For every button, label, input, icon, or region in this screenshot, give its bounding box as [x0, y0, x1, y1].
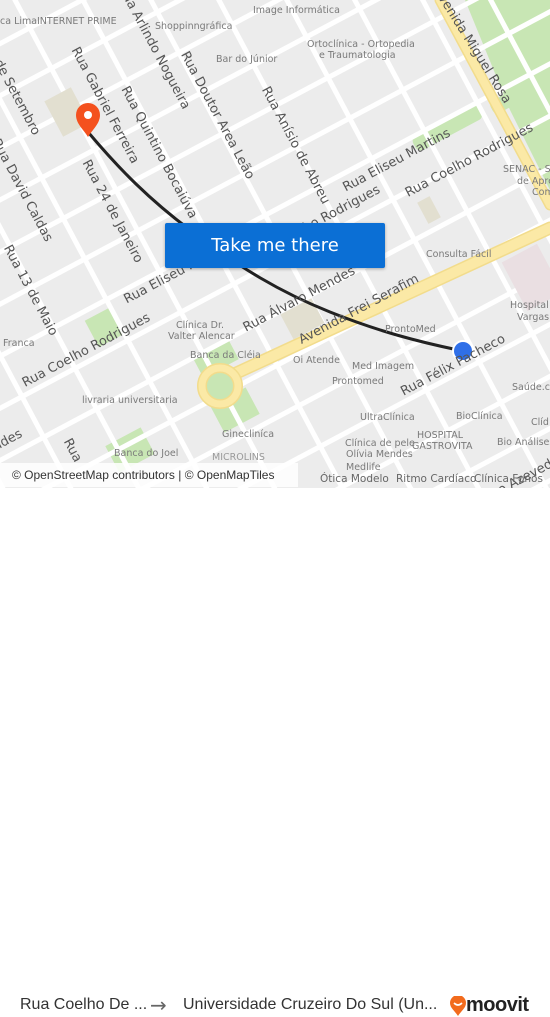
poi-label: BioClínica	[456, 411, 503, 422]
arrow-right-icon: →	[150, 993, 167, 1017]
poi-label: UltraClínica	[360, 412, 415, 423]
footer: Rua Coelho De ... → Universidade Cruzeir…	[0, 488, 550, 1017]
poi-label: e Traumatologia	[319, 50, 396, 61]
poi-label: Clínica Dr.	[176, 320, 225, 331]
poi-label: Consulta Fácil	[426, 249, 492, 260]
moovit-logo: moovit	[450, 994, 529, 1017]
poi-label: MICROLINS	[212, 452, 265, 463]
poi-label: INTERNET PRIME	[37, 16, 117, 27]
moovit-wordmark: moovit	[466, 994, 529, 1016]
destination-pin-icon	[76, 103, 100, 137]
street-line	[0, 73, 72, 488]
poi-label: GASTROVITA	[412, 441, 473, 452]
take-me-there-button[interactable]: Take me there	[165, 223, 385, 268]
map[interactable]: Rua Arlindo Nogueira Rua Gabriel Ferreir…	[0, 0, 550, 488]
poi-label: Vargas -	[517, 312, 550, 323]
poi-label: Banca da Cléia	[190, 350, 261, 361]
poi-label: Clíd	[531, 417, 549, 428]
poi-label: Ritmo Cardíaco	[396, 473, 477, 485]
poi-label: Image Informática	[253, 5, 340, 16]
poi-label: ca Lima	[0, 16, 38, 27]
poi-label: livraria universitaria	[82, 395, 178, 406]
poi-label: Valter Alencar	[168, 331, 235, 342]
poi-label: SENAC - Ser	[503, 164, 550, 175]
poi-label: de Apre	[517, 176, 550, 187]
destination-label: Universidade Cruzeiro Do Sul (Un...	[183, 996, 438, 1013]
poi-label: Ginecliníca	[222, 429, 275, 440]
poi-label: Bar do Júnior	[216, 54, 278, 65]
poi-label: Franca	[3, 338, 35, 349]
street-line	[0, 73, 550, 488]
poi-label: Ortoclínica - Ortopedia	[307, 39, 415, 50]
poi-label: Hospital G	[510, 300, 550, 311]
poi-label: Med Imagem	[352, 361, 415, 372]
origin-label: Rua Coelho De ...	[20, 996, 148, 1013]
moovit-pin-icon	[450, 995, 466, 1016]
poi-label: Clínica Fonos	[474, 473, 543, 485]
poi-label: Saúde.co	[512, 382, 550, 393]
poi-label: Com	[532, 187, 550, 198]
poi-label: Olívia Mendes	[346, 449, 413, 460]
poi-label: HOSPITAL	[417, 430, 464, 441]
poi-label: Prontomed	[332, 376, 384, 387]
poi-label: Banca do Joel	[114, 448, 179, 459]
map-attribution[interactable]: © OpenStreetMap contributors | © OpenMap…	[0, 463, 298, 487]
poi-label: Medlife	[346, 462, 381, 473]
poi-label: Bio Análises	[497, 437, 550, 448]
poi-label: ProntoMed	[385, 324, 436, 335]
poi-label: Shoppinngráfica	[155, 21, 233, 32]
poi-label: Oi Atende	[293, 355, 340, 366]
poi-label: Ótica Modelo	[320, 473, 389, 485]
poi-label: Clínica de pele	[345, 438, 415, 449]
